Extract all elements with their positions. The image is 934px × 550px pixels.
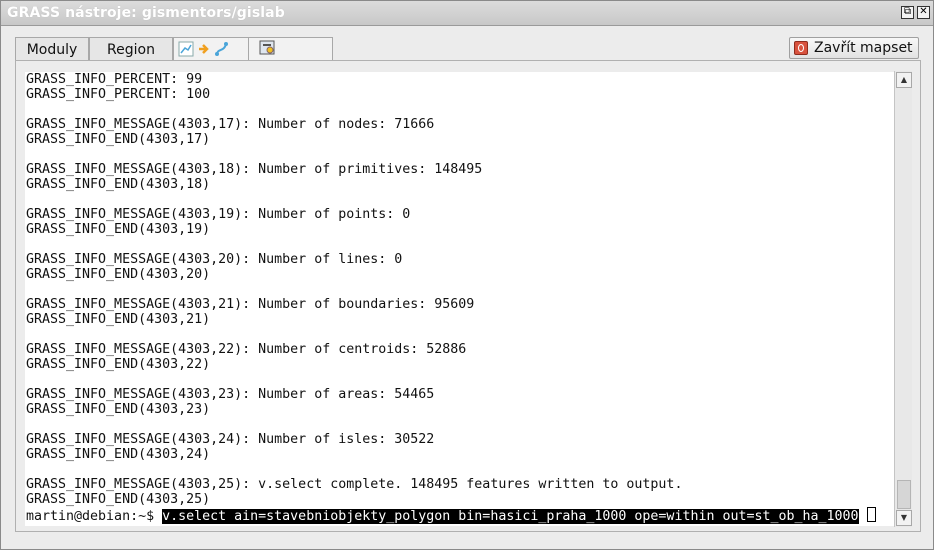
- terminal-line: GRASS_INFO_PERCENT: 99: [26, 72, 203, 87]
- terminal-line: GRASS_INFO_END(4303,23): [26, 402, 211, 417]
- tab-moduly-label: Moduly: [26, 42, 78, 58]
- terminal-line: GRASS_INFO_END(4303,17): [26, 132, 211, 147]
- scroll-up-icon[interactable]: ▲: [896, 72, 912, 88]
- terminal-line: GRASS_INFO_PERCENT: 100: [26, 87, 211, 102]
- window-title: GRASS nástroje: gismentors/gislab: [7, 5, 285, 21]
- terminal-line: GRASS_INFO_MESSAGE(4303,23): Number of a…: [26, 387, 435, 402]
- terminal-line: GRASS_INFO_END(4303,18): [26, 177, 211, 192]
- terminal-line: GRASS_INFO_MESSAGE(4303,25): v.select co…: [26, 477, 683, 492]
- grass-tools-window: GRASS nástroje: gismentors/gislab ⧉ ✕ Mo…: [0, 0, 934, 550]
- text-cursor: [866, 507, 876, 522]
- terminal-line: GRASS_INFO_MESSAGE(4303,20): Number of l…: [26, 252, 403, 267]
- terminal-output[interactable]: GRASS_INFO_PERCENT: 99 GRASS_INFO_PERCENT…: [25, 72, 894, 526]
- restore-icon[interactable]: ⧉: [901, 6, 914, 19]
- terminal-line: GRASS_INFO_MESSAGE(4303,24): Number of i…: [26, 432, 435, 447]
- tab-region-label: Region: [107, 42, 155, 58]
- close-window-icon[interactable]: ✕: [917, 6, 930, 19]
- terminal-line: GRASS_INFO_END(4303,19): [26, 222, 211, 237]
- terminal-line: GRASS_INFO_MESSAGE(4303,22): Number of c…: [26, 342, 467, 357]
- terminal-line: GRASS_INFO_END(4303,20): [26, 267, 211, 282]
- close-mapset-label: Zavřít mapset: [814, 40, 913, 56]
- tab-layer-tools[interactable]: [173, 37, 249, 62]
- terminal-line: GRASS_INFO_MESSAGE(4303,21): Number of b…: [26, 297, 475, 312]
- close-mapset-button[interactable]: Zavřít mapset: [789, 37, 919, 59]
- terminal-line: GRASS_INFO_END(4303,21): [26, 312, 211, 327]
- command-input[interactable]: v.select ain=stavebniobjekty_polygon bin…: [162, 509, 859, 524]
- terminal-line: GRASS_INFO_MESSAGE(4303,17): Number of n…: [26, 117, 435, 132]
- title-bar[interactable]: GRASS nástroje: gismentors/gislab ⧉ ✕: [1, 1, 933, 26]
- terminal-line: GRASS_INFO_MESSAGE(4303,19): Number of p…: [26, 207, 411, 222]
- tab-region[interactable]: Region: [89, 37, 173, 60]
- terminal-line: GRASS_INFO_END(4303,25): [26, 492, 211, 507]
- scrollbar-thumb[interactable]: [897, 480, 911, 509]
- terminal-line: GRASS_INFO_MESSAGE(4303,18): Number of p…: [26, 162, 483, 177]
- terminal-line: GRASS_INFO_END(4303,24): [26, 447, 211, 462]
- terminal-line: GRASS_INFO_END(4303,22): [26, 357, 211, 372]
- vertical-scrollbar[interactable]: ▲ ▼: [894, 71, 912, 527]
- command-prompt-line[interactable]: martin@debian:~$ v.select ain=stavebniob…: [26, 507, 876, 524]
- power-icon: [794, 41, 808, 55]
- tab-module-icon[interactable]: [249, 37, 333, 62]
- scroll-down-icon[interactable]: ▼: [896, 510, 912, 526]
- module-icon: [259, 40, 275, 55]
- prompt-text: martin@debian:~$: [26, 509, 163, 524]
- vector-to-line-icon: [178, 41, 228, 57]
- tab-moduly[interactable]: Moduly: [15, 37, 89, 60]
